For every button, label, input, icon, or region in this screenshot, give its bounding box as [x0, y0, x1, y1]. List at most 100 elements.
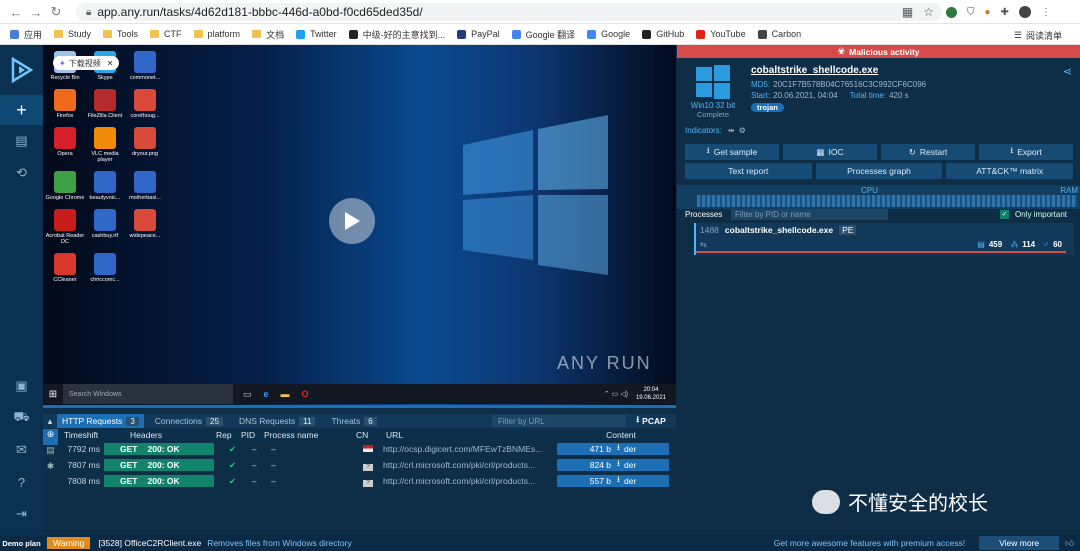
start-icon[interactable]: ⊞: [43, 389, 63, 400]
view-more-button[interactable]: View more: [979, 536, 1060, 550]
star-icon[interactable]: ☆: [923, 5, 934, 19]
desktop-icons: Recycle Bin Skype commonet... Firefox FileZi…: [45, 51, 165, 283]
menu-icon[interactable]: ⋮: [1041, 7, 1051, 18]
anyrun-logo[interactable]: [0, 45, 43, 95]
edge-icon[interactable]: e: [264, 389, 269, 399]
pcap-button[interactable]: ⭳ PCAP: [626, 414, 676, 428]
content-cell[interactable]: 824 b ⭳ der: [557, 458, 669, 471]
request-badge[interactable]: GET 200: OK: [104, 443, 214, 455]
attck-matrix-button[interactable]: ATT&CK™ matrix: [946, 163, 1074, 179]
clock: 20:04 19.06.2021: [636, 386, 666, 402]
forward-icon[interactable]: →: [26, 5, 46, 20]
bookmark-item[interactable]: PayPal: [457, 29, 500, 39]
globe-icon[interactable]: ⊕: [43, 429, 58, 445]
desktop-icon[interactable]: CCleaner: [45, 253, 85, 283]
opera-taskbar-icon[interactable]: O: [302, 389, 309, 399]
content-cell[interactable]: 557 b ⭳ der: [557, 474, 669, 487]
table-row[interactable]: 7808 ms GET 200: OK ✔ – –? http://crl.microsof…: [58, 474, 676, 488]
table-row[interactable]: 7792 ms GET 200: OK ✔ – – http://ocsp.digicert…: [58, 442, 676, 456]
process-filter-input[interactable]: Filter by PID or name: [731, 209, 888, 220]
extension-icon[interactable]: [946, 6, 957, 18]
text-report-button[interactable]: Text report: [685, 163, 812, 179]
help-icon[interactable]: ?: [0, 466, 43, 498]
puzzle-icon[interactable]: ✚: [1001, 7, 1009, 18]
desktop-icon[interactable]: beautyvoic...: [85, 171, 125, 201]
bookmark-item[interactable]: Google 翻译: [511, 28, 575, 41]
desktop-icon[interactable]: Acrobat Reader DC: [45, 209, 85, 245]
video-download-chip[interactable]: ✦ 下载视频 ✕: [53, 56, 120, 70]
taskbar-search[interactable]: Search Windows: [63, 384, 233, 404]
restart-button[interactable]: ↻ Restart: [881, 144, 975, 160]
network-indicator-icon[interactable]: ⇹: [728, 126, 735, 135]
desktop-icon[interactable]: cashbuy.rtf: [85, 209, 125, 245]
shield-icon[interactable]: ⛉: [967, 7, 975, 18]
reading-list[interactable]: ☰ 阅读清单: [1014, 29, 1062, 42]
only-important-checkbox[interactable]: ✓: [1000, 210, 1009, 219]
settings-indicator-icon[interactable]: ⚙: [739, 126, 746, 135]
get-sample-button[interactable]: ⭳ Get sample: [685, 144, 779, 160]
table-row[interactable]: 7807 ms GET 200: OK ✔ – –? http://crl.microsof…: [58, 458, 676, 472]
request-badge[interactable]: GET 200: OK: [104, 475, 214, 487]
processes-graph-button[interactable]: Processes graph: [815, 163, 943, 179]
desktop-icon[interactable]: corethoug...: [125, 89, 165, 119]
thumbs-up-icon[interactable]: 👍︎: [1065, 538, 1074, 549]
desktop-icon[interactable]: widepeace...: [125, 209, 165, 245]
bookmark-item[interactable]: Study: [54, 29, 91, 39]
logout-icon[interactable]: ⇥: [0, 498, 43, 530]
reload-icon[interactable]: ↻: [46, 4, 66, 20]
collapse-icon[interactable]: ▴: [43, 416, 57, 427]
desktop-icon[interactable]: FileZilla Client: [85, 89, 125, 119]
avatar[interactable]: [1018, 6, 1031, 18]
bookmark-item[interactable]: GitHub: [642, 29, 684, 39]
desktop-icon[interactable]: commonet...: [125, 51, 165, 81]
desktop-icon[interactable]: dryour.png: [125, 127, 165, 163]
share-icon[interactable]: ⋖: [1063, 65, 1072, 78]
desktop-icon[interactable]: Google Chrome: [45, 171, 85, 201]
bookmark-item[interactable]: Google: [587, 29, 630, 39]
bookmark-item[interactable]: YouTube: [696, 29, 746, 39]
desktop-icon[interactable]: Firefox: [45, 89, 85, 119]
tab-threats[interactable]: Threats 6: [326, 414, 381, 428]
bug-icon[interactable]: ✱: [43, 461, 58, 477]
bookmark-item[interactable]: Twitter: [296, 29, 337, 39]
reports-icon[interactable]: ▤: [0, 125, 43, 157]
request-badge[interactable]: GET 200: OK: [104, 459, 214, 471]
desktop-icon[interactable]: chriccomc...: [85, 253, 125, 283]
cart-icon[interactable]: ⛟: [0, 402, 43, 434]
url-filter[interactable]: Filter by URL: [492, 415, 626, 427]
desktop-icon[interactable]: VLC media player: [85, 127, 125, 163]
close-icon[interactable]: ✕: [107, 59, 114, 68]
export-button[interactable]: ⭳ Export: [979, 144, 1073, 160]
bookmark-item[interactable]: 应用: [10, 28, 42, 41]
tab-connections[interactable]: Connections 25: [150, 414, 228, 428]
history-icon[interactable]: ⟲: [0, 157, 43, 189]
file-icon[interactable]: ▤: [43, 445, 58, 461]
bookmark-item[interactable]: 中级-好的主意找到...: [348, 28, 445, 41]
desktop-icon[interactable]: motherbasi...: [125, 171, 165, 201]
play-button[interactable]: [329, 198, 375, 244]
bookmark-item[interactable]: platform: [193, 29, 240, 39]
file-name[interactable]: cobaltstrike_shellcode.exe: [751, 65, 1061, 76]
bookmark-item[interactable]: Carbon: [757, 29, 801, 39]
process-item[interactable]: 1488 cobaltstrike_shellcode.exe PE ⇆ ▤ 4…: [694, 223, 1074, 255]
new-task-button[interactable]: +: [0, 95, 43, 125]
address-bar[interactable]: 🔒︎ app.any.run/tasks/4d62d181-bbbc-446d-…: [76, 3, 942, 21]
vm-screen[interactable]: Recycle Bin Skype commonet... Firefox FileZi…: [43, 45, 676, 407]
desktop-icon[interactable]: Opera: [45, 127, 85, 163]
bookmark-item[interactable]: CTF: [150, 29, 182, 39]
explorer-icon[interactable]: ▬: [281, 389, 290, 399]
back-icon[interactable]: ←: [6, 5, 26, 20]
content-cell[interactable]: 471 b ⭳ der: [557, 442, 669, 455]
mail-icon[interactable]: ✉: [0, 434, 43, 466]
trojan-tag[interactable]: trojan: [751, 103, 784, 112]
bookmark-item[interactable]: 文档: [252, 28, 284, 41]
warning-process[interactable]: [3528] OfficeC2RClient.exe: [98, 538, 201, 548]
bookmark-item[interactable]: Tools: [103, 29, 138, 39]
qr-icon[interactable]: ▦: [902, 5, 913, 19]
taskview-icon[interactable]: ▭: [243, 389, 252, 400]
profile-icon[interactable]: ▣: [0, 370, 43, 402]
tab-http-requests[interactable]: HTTP Requests 3: [57, 414, 144, 428]
ioc-button[interactable]: ▦ IOC: [783, 144, 877, 160]
tab-dns-requests[interactable]: DNS Requests 11: [234, 414, 321, 428]
cookie-icon[interactable]: ●: [985, 7, 991, 18]
